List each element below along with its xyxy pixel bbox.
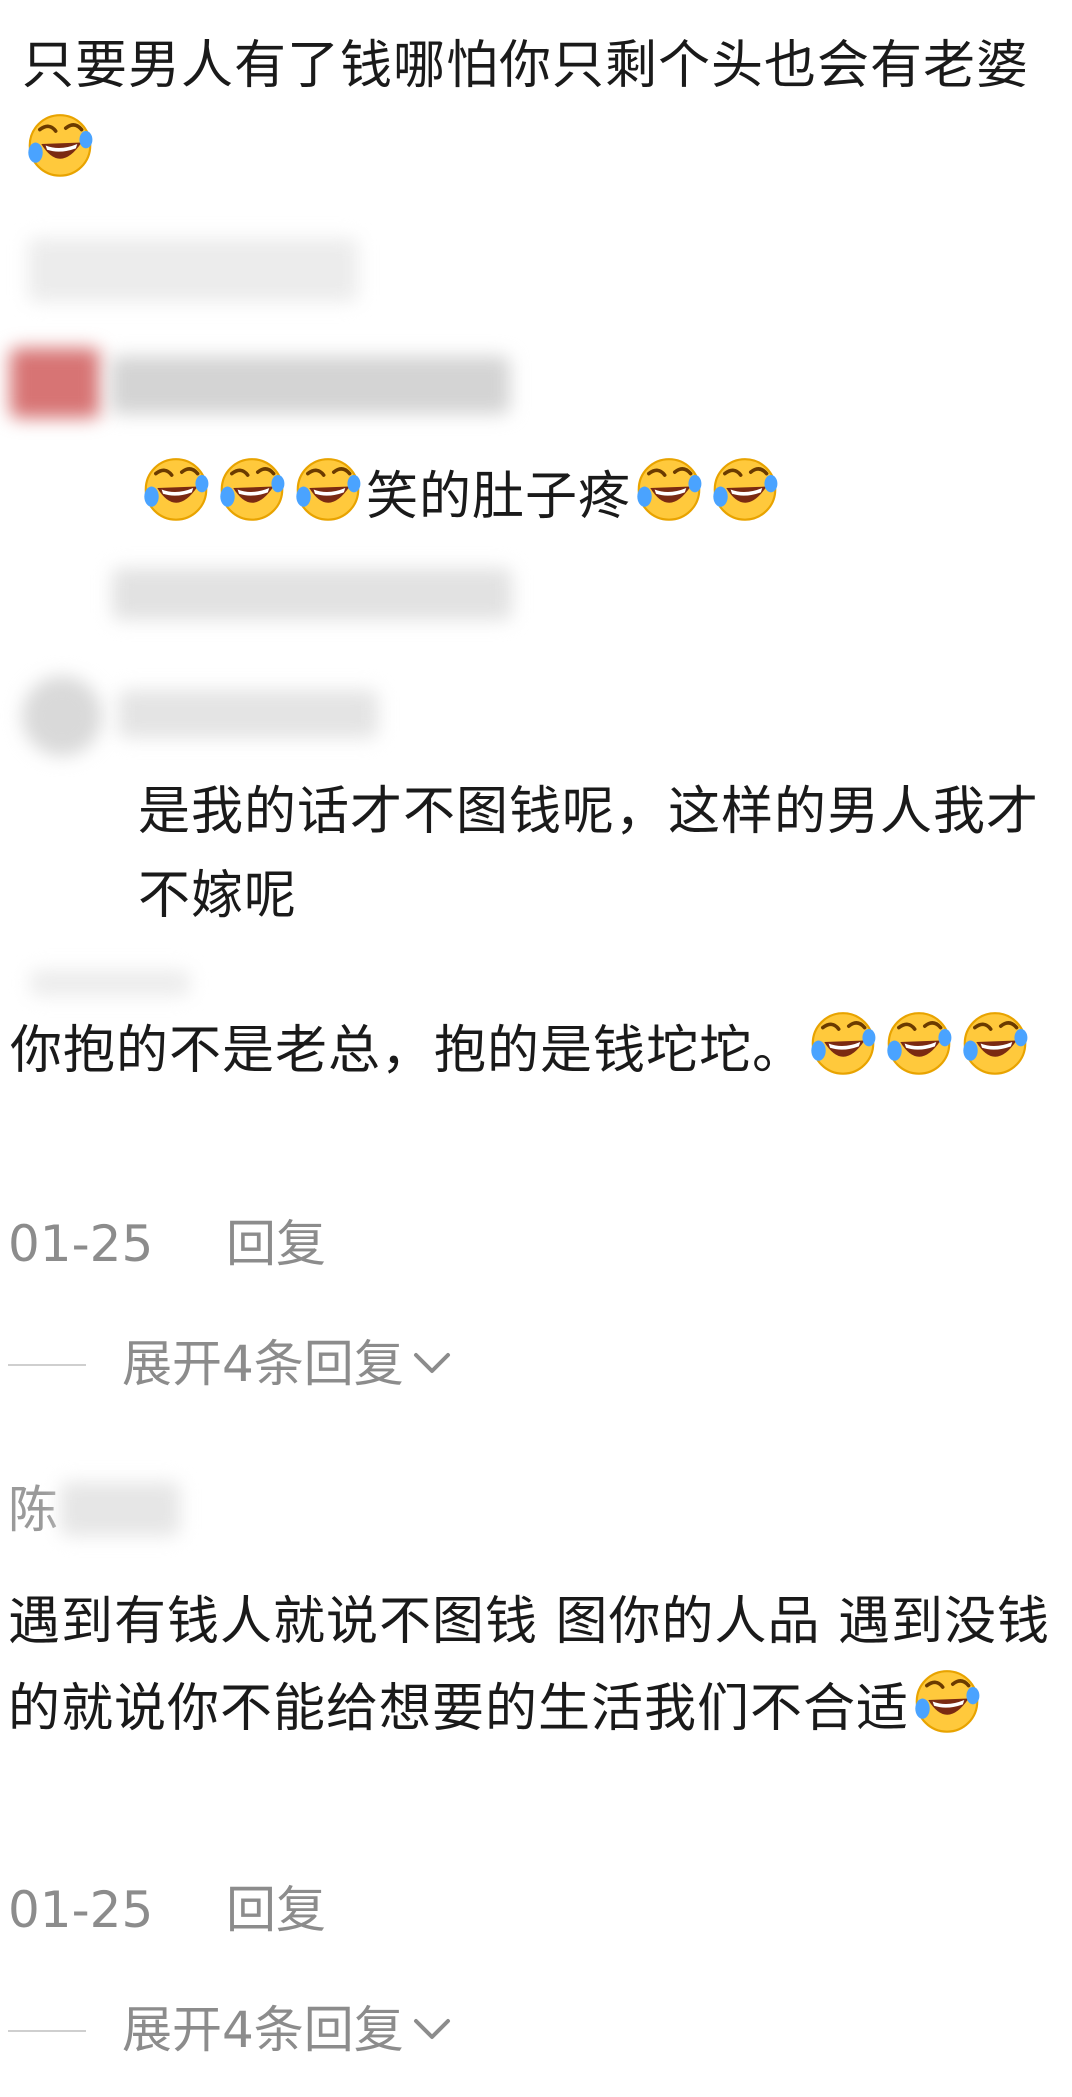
- expand-replies-button[interactable]: 展开4条回复: [122, 2000, 452, 2060]
- rofl-emoji-icon: [292, 452, 364, 524]
- blurred-username: [60, 1482, 180, 1536]
- rofl-emoji-icon: [883, 1006, 955, 1078]
- divider: [8, 1364, 86, 1366]
- expand-replies-label: 展开4条回复: [122, 2001, 404, 2059]
- blurred-username: [30, 970, 190, 996]
- divider: [8, 2030, 86, 2032]
- comment-text: 只要男人有了钱哪怕你只剩个头也会有老婆: [22, 24, 1052, 195]
- comment-text: 你抱的不是老总，抱的是钱坨坨。: [10, 1006, 1060, 1093]
- comment-date: 01-25: [8, 1881, 154, 1939]
- reply-body: 是我的话才不图钱呢，这样的男人我才不嫁呢: [138, 782, 1040, 926]
- rofl-emoji-icon: [140, 452, 212, 524]
- expand-replies-button[interactable]: 展开4条回复: [122, 1334, 452, 1394]
- chevron-down-icon: [412, 1349, 452, 1379]
- blurred-username: [110, 356, 510, 414]
- username-fragment: 陈: [8, 1481, 58, 1539]
- blurred-username: [118, 690, 378, 738]
- rofl-emoji-icon: [633, 452, 705, 524]
- comment-body: 遇到有钱人就说不图钱 图你的人品 遇到没钱的就说你不能给想要的生活我们不合适: [8, 1592, 1051, 1739]
- avatar[interactable]: [22, 676, 102, 756]
- rofl-emoji-icon: [216, 452, 288, 524]
- expand-replies-label: 展开4条回复: [122, 1335, 404, 1393]
- reply-text: 是我的话才不图钱呢，这样的男人我才不嫁呢: [138, 770, 1058, 938]
- reply-text: 笑的肚子疼: [138, 452, 1038, 539]
- reply-body: 笑的肚子疼: [366, 467, 632, 527]
- rofl-emoji-icon: [24, 108, 96, 180]
- rofl-emoji-icon: [959, 1006, 1031, 1078]
- blurred-username: [112, 568, 512, 620]
- rofl-emoji-icon: [709, 452, 781, 524]
- avatar[interactable]: [10, 348, 100, 418]
- rofl-emoji-icon: [807, 1006, 879, 1078]
- comment-text: 遇到有钱人就说不图钱 图你的人品 遇到没钱的就说你不能给想要的生活我们不合适: [8, 1580, 1068, 1751]
- chevron-down-icon: [412, 2015, 452, 2045]
- rofl-emoji-icon: [911, 1664, 983, 1736]
- reply-button[interactable]: 回复: [226, 1214, 326, 1274]
- comment-date: 01-25: [8, 1215, 154, 1273]
- blurred-username: [28, 238, 358, 302]
- comment-body: 只要男人有了钱哪怕你只剩个头也会有老婆: [22, 36, 1030, 96]
- comment-body: 你抱的不是老总，抱的是钱坨坨。: [10, 1021, 806, 1081]
- reply-button[interactable]: 回复: [226, 1880, 326, 1940]
